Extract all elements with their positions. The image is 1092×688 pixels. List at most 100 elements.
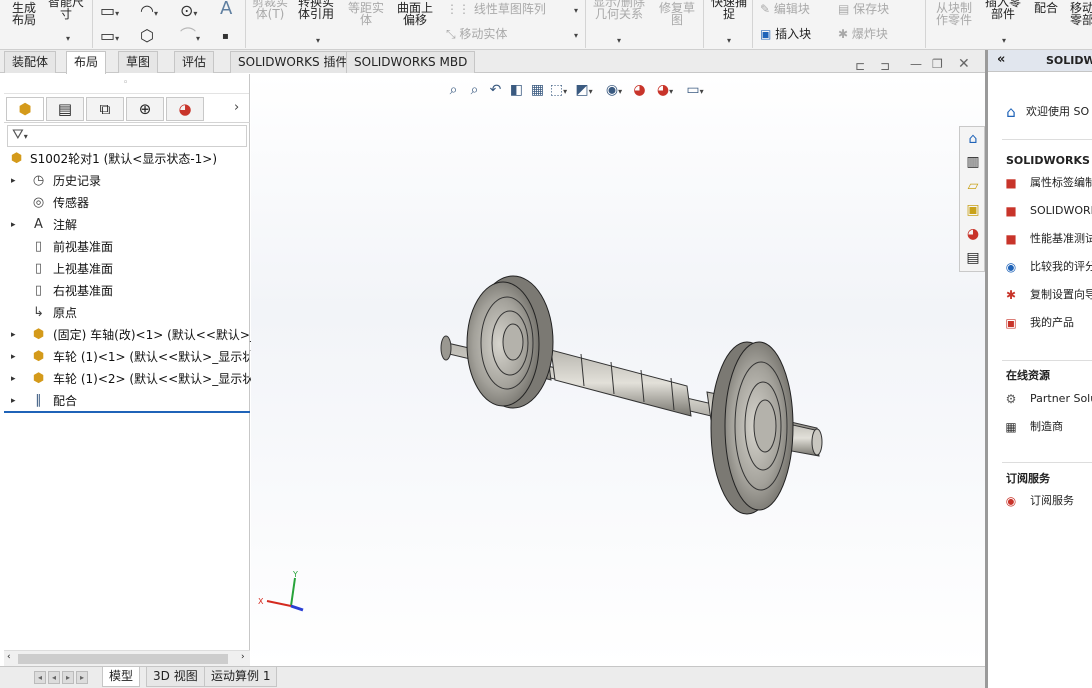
linear-pattern-button[interactable]: ⋮⋮ 线性草图阵列: [446, 2, 546, 16]
expand-arrow-icon[interactable]: ▸: [11, 324, 16, 346]
collapse-pane-icon[interactable]: «: [997, 52, 1005, 67]
surface-offset-button[interactable]: 曲面上 偏移: [397, 2, 433, 26]
sensor-icon: ◎: [32, 195, 45, 210]
prev-tab-icon[interactable]: ◂: [48, 671, 60, 684]
rectangle-icon[interactable]: ▭▾: [100, 3, 119, 22]
tab-assembly[interactable]: 装配体: [4, 51, 57, 73]
repair-sketch-button[interactable]: 修复草 图: [659, 2, 695, 26]
home-icon[interactable]: ⌂: [962, 129, 984, 150]
tab-sketch[interactable]: 草图: [118, 51, 159, 73]
scroll-left-icon[interactable]: ‹: [7, 652, 11, 662]
view-palette-icon[interactable]: ▣: [962, 200, 984, 221]
tab-solidworks-addins[interactable]: SOLIDWORKS 插件: [230, 51, 356, 73]
filter-icon[interactable]: ⛛▾: [12, 127, 28, 143]
subscription-header: 订阅服务: [1006, 472, 1050, 485]
feature-tree: ⬢ S1002轮对1 (默认<显示状态-1>) ▸ ◷ 历史记录 ◎ 传感器 ▸ A 注解 ▯ 前…: [4, 148, 268, 414]
scrollbar-thumb[interactable]: [18, 654, 228, 664]
minimize-icon[interactable]: —: [910, 57, 922, 71]
offset-entity-button[interactable]: 等距实 体: [348, 2, 384, 26]
tab-motion-study[interactable]: 运动算例 1: [204, 667, 278, 687]
mate-button[interactable]: 配合: [1034, 2, 1058, 14]
insert-component-button[interactable]: 插入零 部件: [985, 0, 1021, 20]
expand-arrow-icon[interactable]: ▸: [11, 170, 16, 192]
tab-3d-views[interactable]: 3D 视图: [146, 667, 205, 687]
insert-block-button[interactable]: ▣ 插入块: [760, 27, 811, 41]
point-icon[interactable]: ▪: [222, 29, 229, 45]
tab-solidworks-mbd[interactable]: SOLIDWORKS MBD: [346, 51, 476, 73]
appearances-icon[interactable]: ◕: [962, 224, 984, 245]
tree-item-label: 注解: [53, 218, 78, 232]
display-manager-tab-icon[interactable]: ◕: [166, 97, 204, 121]
convert-entity-button[interactable]: 转换实 体引用: [298, 0, 334, 20]
tree-item-label: 原点: [53, 306, 78, 320]
pattern-dropdown-icon[interactable]: ▾: [574, 6, 578, 15]
generate-layout-button[interactable]: 生成 布局: [12, 2, 36, 26]
expand-arrow-icon[interactable]: ▸: [11, 346, 16, 368]
make-part-from-block-button[interactable]: 从块制 作零件: [936, 2, 972, 26]
next-tab-icon[interactable]: ▸: [62, 671, 74, 684]
tab-layout[interactable]: 布局: [66, 51, 107, 74]
tree-filter-box[interactable]: ⛛▾: [7, 125, 247, 147]
move-component-button[interactable]: 移动 零部: [1070, 2, 1092, 26]
smart-dimension-dropdown-icon[interactable]: ▾: [66, 34, 70, 43]
compare-score-icon: ◉: [1005, 260, 1017, 274]
tile-right-button[interactable]: ⊐: [880, 59, 890, 73]
quick-snaps-button[interactable]: 快速捕 捉: [711, 0, 747, 20]
dimxpert-tab-icon[interactable]: ⊕: [126, 97, 164, 121]
move-dropdown-icon[interactable]: ▾: [574, 31, 578, 40]
manager-tabs: ⬢ ▤ ⧉ ⊕ ◕ ›: [4, 95, 250, 123]
convert-dropdown-icon[interactable]: ▾: [316, 36, 320, 45]
chevron-right-icon[interactable]: ›: [234, 100, 239, 115]
partner-icon: ⚙: [1005, 392, 1017, 406]
wheel-right[interactable]: [710, 341, 794, 515]
save-block-button[interactable]: ▤ 保存块: [838, 2, 889, 16]
task-pane-tabs: ⌂ ▥ ▱ ▣ ◕ ▤: [959, 126, 985, 272]
smart-dimension-button[interactable]: 智能尺 寸: [48, 0, 84, 20]
tree-rollback-bar[interactable]: [4, 411, 250, 413]
show-relations-button[interactable]: 显示/删除 几何关系: [593, 0, 645, 20]
quick-snap-dropdown-icon[interactable]: ▾: [727, 36, 731, 45]
edit-block-icon: ✎: [760, 2, 774, 16]
trim-entity-button[interactable]: 剪裁实 体(T): [252, 0, 288, 20]
horizontal-scrollbar[interactable]: ‹ ›: [4, 650, 250, 666]
expand-arrow-icon[interactable]: ▸: [11, 390, 16, 412]
design-library-icon[interactable]: ▥: [962, 152, 984, 173]
explode-block-button[interactable]: ✱ 爆炸块: [838, 27, 888, 41]
tab-model[interactable]: 模型: [102, 667, 141, 687]
configuration-manager-tab-icon[interactable]: ⧉: [86, 97, 124, 121]
insert-component-dropdown-icon[interactable]: ▾: [1002, 36, 1006, 45]
arc-icon[interactable]: ◠▾: [140, 3, 158, 22]
edit-block-button[interactable]: ✎ 编辑块: [760, 2, 810, 16]
wheel-left[interactable]: [466, 275, 554, 409]
fillet-icon[interactable]: ⌒▾: [180, 28, 200, 47]
wheelset-model[interactable]: [251, 74, 985, 666]
custom-properties-icon[interactable]: ▤: [962, 248, 984, 269]
graphics-area[interactable]: ⌕ ⌕ ↶ ◧ ▦ ⬚▾ ◩▾ ◉▾ ◕ ◕▾ ▭▾ Y X: [251, 74, 985, 666]
circle-icon[interactable]: ⊙▾: [180, 3, 197, 22]
slot-icon[interactable]: ▭▾: [100, 28, 119, 47]
last-tab-icon[interactable]: ▸: [76, 671, 88, 684]
tile-left-button[interactable]: ⊏: [855, 59, 865, 73]
annotation-icon: A: [34, 217, 43, 232]
feature-manager-tab-icon[interactable]: ⬢: [6, 97, 44, 121]
part-icon: ⬢: [32, 349, 45, 364]
tab-evaluate[interactable]: 评估: [174, 51, 215, 73]
file-explorer-icon[interactable]: ▱: [962, 176, 984, 197]
text-icon[interactable]: A: [220, 0, 232, 18]
expand-arrow-icon[interactable]: ▸: [11, 368, 16, 390]
panel-grip[interactable]: ◦: [4, 74, 249, 94]
tree-item-label: 配合: [53, 394, 78, 408]
close-icon[interactable]: ✕: [958, 56, 970, 72]
expand-arrow-icon[interactable]: ▸: [11, 214, 16, 236]
tree-item-label: 前视基准面: [53, 240, 114, 254]
move-entity-button[interactable]: ⤡ 移动实体: [446, 27, 507, 41]
relations-dropdown-icon[interactable]: ▾: [617, 36, 621, 45]
polygon-icon[interactable]: ⬡: [140, 28, 154, 44]
property-manager-tab-icon[interactable]: ▤: [46, 97, 84, 121]
first-tab-icon[interactable]: ◂: [34, 671, 46, 684]
restore-icon[interactable]: ❐: [932, 57, 943, 71]
divider: [1002, 139, 1092, 140]
assembly-icon: ⬢: [10, 151, 23, 166]
scroll-right-icon[interactable]: ›: [241, 652, 245, 662]
tree-item-label: 车轮 (1)<1> (默认<<默认>_显示状态: [53, 350, 267, 364]
